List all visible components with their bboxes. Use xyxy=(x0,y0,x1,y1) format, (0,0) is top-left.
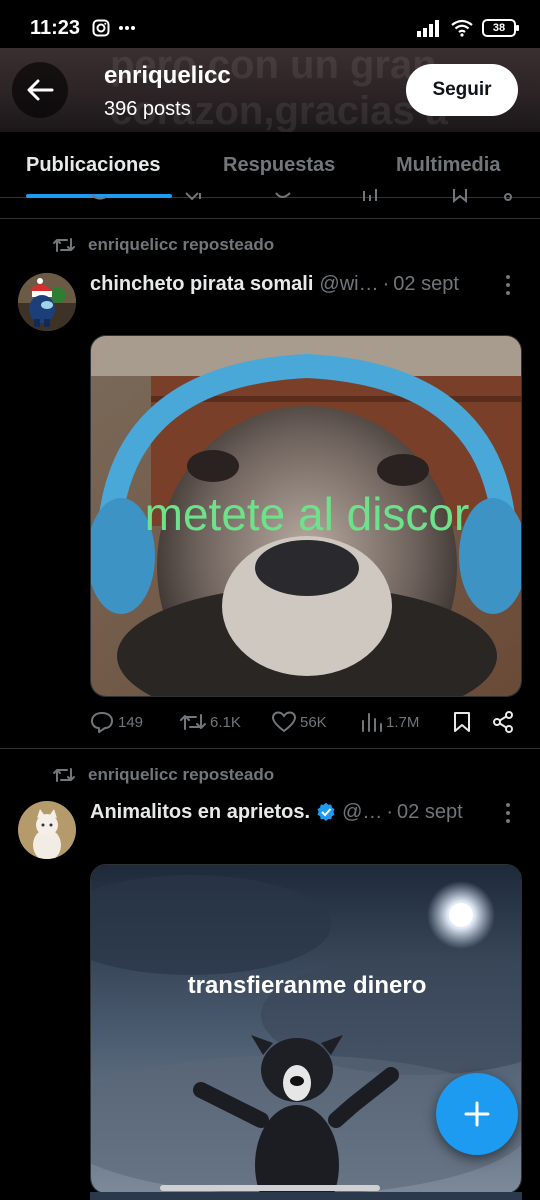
author-handle[interactable]: @… xyxy=(342,801,382,824)
tweet-header: Animalitos en aprietos. @… · 02 sept xyxy=(90,800,463,824)
more-options-button[interactable] xyxy=(498,271,518,299)
signal-icon xyxy=(417,20,439,37)
views-button[interactable]: 1.7M xyxy=(360,711,419,733)
author-handle[interactable]: @wi… xyxy=(319,273,378,296)
avatar[interactable] xyxy=(18,801,76,859)
repost-indicator: enriquelicc reposteado xyxy=(52,235,274,255)
repost-indicator: enriquelicc reposteado xyxy=(52,765,274,785)
repost-icon xyxy=(180,714,206,730)
previous-tweet-actions xyxy=(0,185,540,219)
repost-icon xyxy=(53,238,75,252)
author-name[interactable]: chincheto pirata somali xyxy=(90,273,313,296)
verified-badge-icon xyxy=(317,802,335,821)
follow-button[interactable]: Seguir xyxy=(406,64,518,116)
repost-button[interactable]: 6.1K xyxy=(180,711,241,733)
media-caption: metete al discor xyxy=(145,488,470,540)
reply-icon xyxy=(91,712,113,733)
profile-header: pero con un gran corazon,gracias a enriq… xyxy=(0,48,540,132)
share-button[interactable] xyxy=(492,711,514,733)
tweet-date: 02 sept xyxy=(393,272,459,295)
profile-name: enriquelicc xyxy=(104,62,231,89)
tweet-media[interactable]: metete al discor xyxy=(90,335,522,697)
status-time: 11:23 xyxy=(30,16,81,39)
bookmark-icon xyxy=(454,712,470,732)
home-indicator[interactable] xyxy=(160,1185,380,1191)
author-name[interactable]: Animalitos en aprietos. xyxy=(90,801,310,824)
back-button[interactable] xyxy=(12,62,68,118)
avatar[interactable] xyxy=(18,273,76,331)
battery-icon: 38 xyxy=(482,19,519,37)
compose-button[interactable] xyxy=(436,1073,518,1155)
like-button[interactable]: 56K xyxy=(272,711,327,733)
tweet-date: 02 sept xyxy=(397,800,463,823)
views-icon xyxy=(362,713,382,732)
instagram-icon xyxy=(92,19,110,37)
media-caption: transfieranme dinero xyxy=(188,972,427,999)
tweet-header: chincheto pirata somali @wi… · 02 sept xyxy=(90,272,459,296)
reply-button[interactable]: 149 xyxy=(90,711,143,733)
dog-headphones-image: metete al discor xyxy=(91,336,521,696)
next-media-edge xyxy=(90,1192,522,1200)
posts-count: 396 posts xyxy=(104,98,191,120)
tweet-actions: 149 6.1K 56K 1.7M xyxy=(90,707,518,737)
heart-icon xyxy=(272,711,296,733)
more-notifications-icon xyxy=(119,26,136,30)
share-icon xyxy=(493,711,513,733)
avatar-image xyxy=(18,273,76,331)
avatar-image xyxy=(18,801,76,859)
plus-icon xyxy=(464,1101,490,1127)
bookmark-button[interactable] xyxy=(452,711,472,733)
more-options-button[interactable] xyxy=(498,799,518,827)
tweet-card[interactable]: enriquelicc reposteado chincheto pirata … xyxy=(0,219,540,749)
arrow-left-icon xyxy=(27,79,54,101)
wifi-icon xyxy=(451,19,473,37)
repost-icon xyxy=(53,768,75,782)
clipped-action-icons xyxy=(91,189,512,204)
